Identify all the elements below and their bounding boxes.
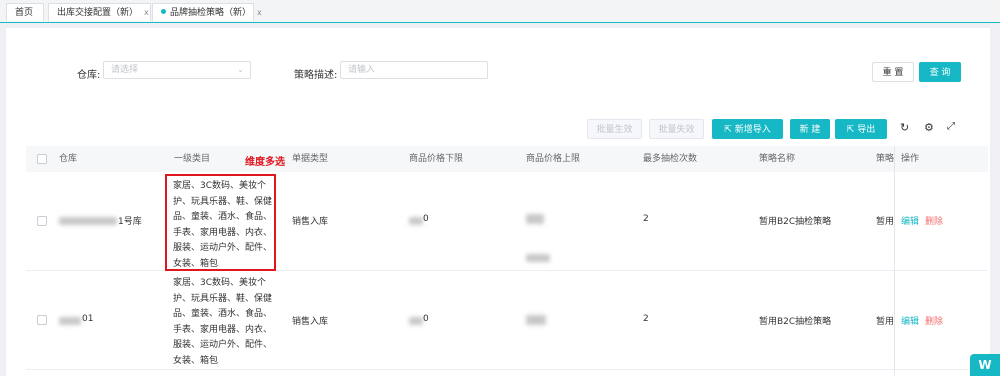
warehouse-name: 1号库 <box>118 217 142 227</box>
table-header: 仓库 一级类目 单据类型 商品价格下限 商品价格上限 最多抽检次数 策略名称 策… <box>26 146 988 172</box>
category-line: 服装、运动户外、配件、 <box>173 340 273 351</box>
redacted-price-extra <box>526 254 550 262</box>
fixed-column-divider <box>894 146 895 376</box>
import-icon: ⇱ <box>724 125 735 135</box>
col-price-max: 商品价格上限 <box>526 154 581 164</box>
strategy-trunc: 暂用 <box>876 217 895 227</box>
doc-type: 销售入库 <box>292 317 329 327</box>
redacted-warehouse <box>59 217 117 225</box>
delete-link[interactable]: 删除 <box>925 217 943 227</box>
tab-label: 出库交接配置（新） <box>57 8 139 18</box>
batch-disable-button[interactable]: 批量失效 <box>649 119 704 139</box>
strategy-desc-placeholder: 请输入 <box>348 65 376 75</box>
strategy-trunc: 暂用 <box>876 317 895 327</box>
floating-help-button[interactable]: W <box>970 354 1000 376</box>
search-button[interactable]: 查 询 <box>919 62 961 82</box>
tab-outbound-handover[interactable]: 出库交接配置（新） x <box>48 3 151 21</box>
select-all-checkbox[interactable] <box>37 154 47 164</box>
price-min: 0 <box>423 314 429 324</box>
batch-enable-button[interactable]: 批量生效 <box>587 119 642 139</box>
col-price-min: 商品价格下限 <box>409 154 464 164</box>
tab-label: 首页 <box>15 8 34 18</box>
strategy-name: 暂用B2C抽检策略 <box>759 217 832 227</box>
refresh-icon[interactable]: ↻ <box>900 121 909 134</box>
annotation-note: 维度多选 <box>245 157 285 168</box>
chevron-down-icon: ⌄ <box>237 65 244 74</box>
category-line: 女装、箱包 <box>173 355 219 366</box>
category-line: 品、童装、酒水、食品、 <box>173 309 273 320</box>
redacted-price-max <box>526 315 546 325</box>
tab-label: 品牌抽检策略（新） <box>170 8 252 18</box>
strategy-name: 暂用B2C抽检策略 <box>759 317 832 327</box>
col-category: 一级类目 <box>174 154 211 164</box>
close-icon[interactable]: x <box>257 8 262 17</box>
price-min: 0 <box>423 214 429 224</box>
row-checkbox[interactable] <box>37 216 47 226</box>
redacted-price-max <box>526 214 544 224</box>
reset-button[interactable]: 重 置 <box>872 62 914 82</box>
annotation-highlight-box <box>165 174 276 271</box>
tab-brand-sampling[interactable]: 品牌抽检策略（新） x <box>152 3 262 21</box>
strategy-desc-input[interactable]: 请输入 <box>340 61 488 79</box>
strategy-desc-label: 策略描述: <box>294 70 338 81</box>
category-line: 手表、家用电器、内衣、 <box>173 324 273 335</box>
close-icon[interactable]: x <box>144 8 149 17</box>
category-line: 护、玩具乐器、鞋、保健 <box>173 293 273 304</box>
max-checks: 2 <box>643 214 649 224</box>
table-row: 01 家居、3C数码、美妆个 护、玩具乐器、鞋、保健 品、童装、酒水、食品、 手… <box>26 271 988 370</box>
category-list: 家居、3C数码、美妆个 护、玩具乐器、鞋、保健 品、童装、酒水、食品、 手表、家… <box>173 276 283 370</box>
import-new-label: 新增导入 <box>734 125 771 135</box>
edit-link[interactable]: 编辑 <box>901 317 919 327</box>
col-warehouse: 仓库 <box>59 154 78 164</box>
export-label: 导出 <box>857 125 876 135</box>
warehouse-select[interactable]: 请选择 ⌄ <box>103 61 251 79</box>
col-max-checks: 最多抽检次数 <box>643 154 698 164</box>
create-button[interactable]: 新 建 <box>790 119 830 139</box>
export-button[interactable]: ⇱ 导出 <box>835 119 887 139</box>
active-dot-icon <box>161 9 166 14</box>
import-new-button[interactable]: ⇱ 新增导入 <box>712 119 783 139</box>
row-actions: 编辑 删除 <box>901 214 943 227</box>
settings-gear-icon[interactable]: ⚙ <box>924 121 934 134</box>
redacted-price-min <box>409 317 423 325</box>
tab-bar: 首页 出库交接配置（新） x 品牌抽检策略（新） x <box>0 0 1000 23</box>
col-strategy-name: 策略名称 <box>759 154 796 164</box>
warehouse-label: 仓库: <box>77 70 101 81</box>
fullscreen-icon[interactable]: ⤢ <box>947 121 955 132</box>
export-icon: ⇱ <box>846 125 858 135</box>
col-doc-type: 单据类型 <box>292 154 329 164</box>
col-strategy-trunc: 策略 <box>876 154 895 164</box>
max-checks: 2 <box>643 314 649 324</box>
edit-link[interactable]: 编辑 <box>901 217 919 227</box>
row-checkbox[interactable] <box>37 315 47 325</box>
tab-home[interactable]: 首页 <box>6 3 44 21</box>
category-line: 家居、3C数码、美妆个 <box>173 278 267 288</box>
col-actions: 操作 <box>901 154 920 164</box>
delete-link[interactable]: 删除 <box>925 317 943 327</box>
warehouse-name: 01 <box>82 314 94 324</box>
redacted-warehouse <box>59 317 81 325</box>
row-actions: 编辑 删除 <box>901 314 943 327</box>
redacted-price-min <box>409 217 423 225</box>
warehouse-placeholder: 请选择 <box>111 65 139 75</box>
doc-type: 销售入库 <box>292 217 329 227</box>
